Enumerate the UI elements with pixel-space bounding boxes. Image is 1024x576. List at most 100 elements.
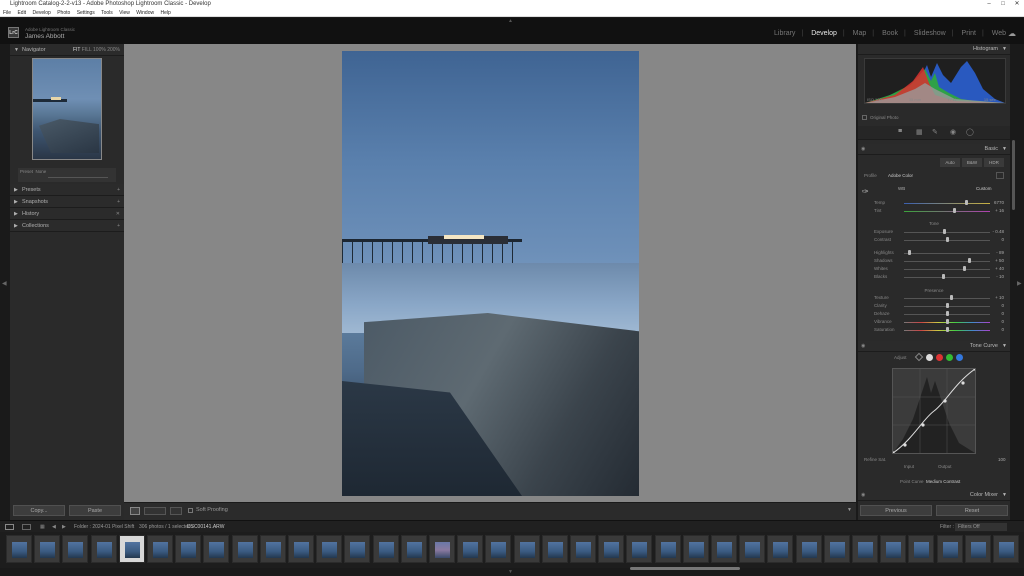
point-curve-dropdown[interactable]: Medium Contrast	[926, 479, 960, 484]
red-eye-icon[interactable]: ◉	[950, 128, 956, 136]
slider-value[interactable]: + 16	[995, 207, 1004, 215]
slider-value[interactable]: 0	[1001, 326, 1004, 334]
snapshots-header[interactable]: ▶ Snapshots +	[10, 196, 124, 208]
slider-track[interactable]	[904, 269, 990, 270]
filmstrip-thumbnail[interactable]	[598, 535, 625, 563]
color-mixer-header[interactable]: ◉ Color Mixer ▼	[858, 490, 1010, 501]
presets-header[interactable]: ▶ Presets +	[10, 184, 124, 196]
blue-curve-icon[interactable]	[956, 354, 963, 361]
filmstrip-thumbnail[interactable]	[936, 535, 963, 563]
cloud-icon[interactable]: ☁	[1008, 29, 1016, 38]
slider-temp[interactable]: Temp 6770	[864, 199, 1006, 207]
toolbar-menu-icon[interactable]: ▼	[847, 507, 852, 513]
paste-button[interactable]: Paste	[69, 505, 121, 516]
soft-proofing-checkbox[interactable]	[188, 508, 193, 513]
profile-browser-icon[interactable]	[996, 172, 1004, 179]
filmstrip-thumbnail[interactable]	[6, 535, 32, 563]
slider-knob[interactable]	[952, 208, 956, 213]
slider-value[interactable]: 6770	[994, 199, 1004, 207]
slider-knob[interactable]	[908, 250, 912, 255]
filmstrip-thumbnail[interactable]	[908, 535, 935, 563]
menu-settings[interactable]: Settings	[77, 10, 95, 16]
bw-button[interactable]: B&W	[962, 158, 982, 167]
profile-dropdown[interactable]: Adobe Color	[888, 173, 913, 178]
filmstrip-thumbnail[interactable]	[993, 535, 1019, 563]
slider-knob[interactable]	[946, 327, 949, 332]
left-panel-toggle-icon[interactable]: ◀	[2, 280, 7, 287]
slider-track[interactable]	[904, 232, 990, 233]
slider-dehaze[interactable]: Dehaze 0	[864, 310, 1006, 318]
slider-knob[interactable]	[946, 237, 949, 242]
slider-track[interactable]	[904, 298, 990, 299]
filmstrip-thumbnail[interactable]	[795, 535, 822, 563]
filmstrip-thumbnail[interactable]	[485, 535, 512, 563]
visibility-eye-icon[interactable]: ◉	[861, 490, 865, 501]
slider-clarity[interactable]: Clarity 0	[864, 302, 1006, 310]
add-preset-icon[interactable]: +	[117, 184, 120, 196]
zoom-200[interactable]: 200%	[107, 47, 120, 53]
main-window-icon[interactable]	[5, 524, 14, 530]
menu-tools[interactable]: Tools	[101, 10, 113, 16]
filmstrip-thumbnail[interactable]	[400, 535, 427, 563]
edit-sliders-icon[interactable]: ≡	[898, 128, 902, 135]
copy-button[interactable]: Copy...	[13, 505, 65, 516]
menu-help[interactable]: Help	[160, 10, 170, 16]
histogram[interactable]: ISO 100 35 mm f / 11 15 sec	[864, 58, 1006, 104]
previous-button[interactable]: Previous	[860, 505, 932, 516]
filmstrip-thumbnail[interactable]	[626, 535, 653, 563]
hdr-button[interactable]: HDR	[984, 158, 1004, 167]
before-after-icon[interactable]	[144, 507, 166, 515]
top-panel-toggle-icon[interactable]: ▲	[508, 18, 513, 24]
slider-value[interactable]: 0	[1001, 318, 1004, 326]
navigator-header[interactable]: ▼ Navigator FIT FILL 100% 200%	[10, 44, 124, 56]
filmstrip-thumbnail[interactable]	[259, 535, 286, 563]
slider-value[interactable]: - 0.48	[992, 228, 1004, 236]
filmstrip-thumbnail[interactable]	[880, 535, 907, 563]
visibility-eye-icon[interactable]: ◉	[861, 341, 865, 352]
filmstrip-thumbnail[interactable]	[147, 535, 173, 563]
filmstrip-thumbnail[interactable]	[739, 535, 766, 563]
bottom-panel-toggle-icon[interactable]: ▼	[508, 569, 513, 575]
module-web[interactable]: Web	[992, 30, 1006, 37]
filmstrip-thumbnail[interactable]	[288, 535, 314, 563]
zoom-100[interactable]: 100%	[93, 47, 106, 53]
slider-value[interactable]: 0	[1001, 302, 1004, 310]
crop-icon[interactable]: ▦	[916, 128, 923, 136]
visibility-eye-icon[interactable]: ◉	[861, 144, 865, 155]
module-slideshow[interactable]: Slideshow	[914, 30, 946, 37]
basic-header[interactable]: ◉ Basic ▼	[858, 144, 1010, 155]
slider-knob[interactable]	[941, 274, 945, 279]
slider-saturation[interactable]: Saturation 0	[864, 326, 1006, 334]
menu-edit[interactable]: Edit	[17, 10, 26, 16]
auto-button[interactable]: Auto	[940, 158, 960, 167]
slider-vibrance[interactable]: Vibrance 0	[864, 318, 1006, 326]
slider-track[interactable]	[904, 211, 990, 212]
original-photo-checkbox[interactable]	[862, 115, 867, 120]
slider-value[interactable]: - 89	[996, 249, 1004, 257]
main-photo[interactable]	[342, 51, 639, 496]
filmstrip-thumbnail[interactable]	[34, 535, 61, 563]
module-develop[interactable]: Develop	[811, 30, 837, 37]
menu-photo[interactable]: Photo	[57, 10, 70, 16]
filmstrip-thumbnail[interactable]	[513, 535, 540, 563]
filmstrip-thumbnail[interactable]	[654, 535, 681, 563]
slider-value[interactable]: 0	[1001, 310, 1004, 318]
filmstrip-thumbnail[interactable]	[344, 535, 371, 563]
slider-whites[interactable]: Whites + 40	[864, 265, 1006, 273]
filmstrip-thumbnail[interactable]	[852, 535, 878, 563]
masking-icon[interactable]: ◯	[966, 128, 974, 136]
filmstrip-thumbnail[interactable]	[541, 535, 568, 563]
filmstrip-thumbnail[interactable]	[62, 535, 89, 563]
slider-value[interactable]: + 40	[995, 265, 1004, 273]
add-snapshot-icon[interactable]: +	[117, 196, 120, 208]
slider-knob[interactable]	[946, 311, 949, 316]
loupe-view-icon[interactable]	[130, 507, 140, 515]
filmstrip-thumbnail[interactable]	[90, 535, 117, 563]
slider-texture[interactable]: Texture + 10	[864, 294, 1006, 302]
menu-develop[interactable]: Develop	[32, 10, 50, 16]
rgb-curve-icon[interactable]	[926, 354, 933, 361]
green-curve-icon[interactable]	[946, 354, 953, 361]
slider-blacks[interactable]: Blacks - 10	[864, 273, 1006, 281]
red-curve-icon[interactable]	[936, 354, 943, 361]
preset-slider-track[interactable]	[48, 177, 108, 178]
